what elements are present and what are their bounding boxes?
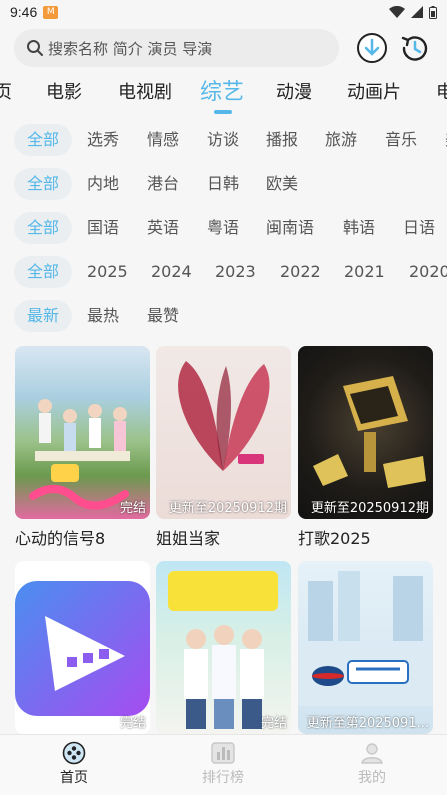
video-poster[interactable]: 更新至第2025091... (298, 561, 433, 734)
wifi-icon (389, 6, 405, 18)
notification-app-icon: M (43, 5, 59, 19)
video-card[interactable]: 更新至20250912期 打歌2025 (298, 346, 433, 549)
poster-art (29, 399, 130, 510)
filter-sort-row: 最新 最热 最赞 (0, 300, 447, 334)
status-badge: 完结 (260, 716, 287, 731)
filter-type-option[interactable]: 选秀 (74, 124, 132, 156)
signal-icon (411, 6, 423, 18)
status-badge: 完结 (119, 501, 146, 516)
video-poster[interactable]: 完结 (15, 561, 150, 734)
filter-region-option[interactable]: 内地 (74, 168, 132, 200)
video-card[interactable]: 更新至20250912期 姐姐当家 (156, 346, 291, 549)
filter-type-option[interactable]: 旅游 (312, 124, 370, 156)
filter-type-row: 全部 选秀 情感 访谈 播报 旅游 音乐 美 (0, 124, 447, 158)
tab-tv-series[interactable]: 电视剧 (118, 78, 172, 104)
sort-hottest[interactable]: 最热 (74, 300, 132, 332)
filter-type-option[interactable]: 美 (432, 124, 447, 156)
filter-year-row: 全部 2025 2024 2023 2022 2021 2020 (0, 256, 447, 290)
nav-home[interactable]: 首页 (34, 741, 114, 787)
filter-type-option[interactable]: 访谈 (194, 124, 252, 156)
filter-language-option[interactable]: 韩语 (330, 212, 388, 244)
filter-region-option[interactable]: 欧美 (253, 168, 311, 200)
search-row: 搜索名称 简介 演员 导演 (14, 29, 433, 67)
filter-type-all[interactable]: 全部 (14, 124, 73, 156)
video-title: 打歌2025 (298, 529, 371, 548)
active-tab-indicator (214, 110, 232, 114)
filter-language-option[interactable]: 国语 (74, 212, 132, 244)
filter-language-row: 全部 国语 英语 粤语 闽南语 韩语 日语 (0, 212, 447, 246)
filter-region-row: 全部 内地 港台 日韩 欧美 (0, 168, 447, 202)
poster-art (298, 571, 433, 706)
filter-language-option[interactable]: 闽南语 (253, 212, 327, 244)
filter-type-option[interactable]: 情感 (134, 124, 192, 156)
filter-language-option[interactable]: 粤语 (194, 212, 252, 244)
status-badge: 更新至第2025091... (306, 716, 429, 731)
download-icon[interactable] (355, 31, 389, 65)
video-poster[interactable]: 完结 (156, 561, 291, 734)
video-poster[interactable]: 更新至20250912期 (298, 346, 433, 519)
tab-cartoon[interactable]: 动画片 (347, 78, 401, 104)
tab-variety[interactable]: 综艺 (200, 74, 244, 106)
category-tabs: 页 电影 电视剧 综艺 动漫 动画片 电 (0, 72, 447, 114)
tab-movie[interactable]: 电影 (46, 78, 82, 104)
status-bar: 9:46 M (0, 0, 447, 24)
nav-ranking[interactable]: 排行榜 (183, 741, 263, 787)
nav-mine[interactable]: 我的 (332, 741, 412, 787)
search-input[interactable]: 搜索名称 简介 演员 导演 (14, 29, 339, 67)
tab-home[interactable]: 页 (0, 78, 12, 104)
bottom-navigation: 首页 排行榜 我的 (0, 734, 447, 795)
status-badge: 完结 (119, 716, 146, 731)
filter-region-all[interactable]: 全部 (14, 168, 73, 200)
video-title: 姐姐当家 (156, 529, 221, 548)
filter-language-option[interactable]: 英语 (134, 212, 192, 244)
sort-latest[interactable]: 最新 (14, 300, 73, 332)
video-card[interactable]: 完结 (15, 561, 150, 740)
filter-year-all[interactable]: 全部 (14, 256, 73, 288)
chart-icon (211, 742, 235, 764)
filter-year-option[interactable]: 2023 (202, 256, 269, 288)
history-icon[interactable] (398, 31, 432, 65)
status-time: 9:46 (10, 4, 38, 20)
filter-region-option[interactable]: 港台 (134, 168, 192, 200)
video-poster[interactable]: 更新至20250912期 (156, 346, 291, 519)
tab-more[interactable]: 电 (436, 78, 447, 104)
filter-region-option[interactable]: 日韩 (194, 168, 252, 200)
tab-anime[interactable]: 动漫 (276, 78, 312, 104)
nav-home-label: 首页 (60, 770, 88, 786)
app-logo-placeholder (15, 581, 150, 716)
poster-art (313, 376, 426, 488)
battery-icon (429, 5, 437, 19)
home-icon (62, 741, 86, 765)
filter-year-option[interactable]: 2025 (74, 256, 141, 288)
video-card[interactable]: 完结 (156, 561, 291, 740)
filter-year-option[interactable]: 2024 (138, 256, 205, 288)
filter-year-option[interactable]: 2022 (267, 256, 334, 288)
video-poster[interactable]: 完结 (15, 346, 150, 519)
filter-language-option[interactable]: 日语 (390, 212, 447, 244)
search-icon (27, 40, 43, 56)
user-icon (361, 743, 383, 764)
nav-mine-label: 我的 (358, 770, 386, 786)
sort-most-liked[interactable]: 最赞 (134, 300, 192, 332)
status-badge: 更新至20250912期 (310, 501, 429, 516)
status-badge: 更新至20250912期 (168, 501, 287, 516)
filter-year-option[interactable]: 2020 (396, 256, 447, 288)
filter-year-option[interactable]: 2021 (331, 256, 398, 288)
video-card[interactable]: 完结 心动的信号8 (15, 346, 150, 549)
video-title: 心动的信号8 (15, 529, 106, 548)
filter-type-option[interactable]: 音乐 (372, 124, 430, 156)
video-card[interactable]: 更新至第2025091... (298, 561, 433, 740)
nav-ranking-label: 排行榜 (202, 770, 244, 786)
filter-type-option[interactable]: 播报 (253, 124, 311, 156)
poster-art (178, 361, 270, 471)
filter-language-all[interactable]: 全部 (14, 212, 73, 244)
search-placeholder: 搜索名称 简介 演员 导演 (48, 39, 213, 58)
poster-art (168, 571, 278, 729)
